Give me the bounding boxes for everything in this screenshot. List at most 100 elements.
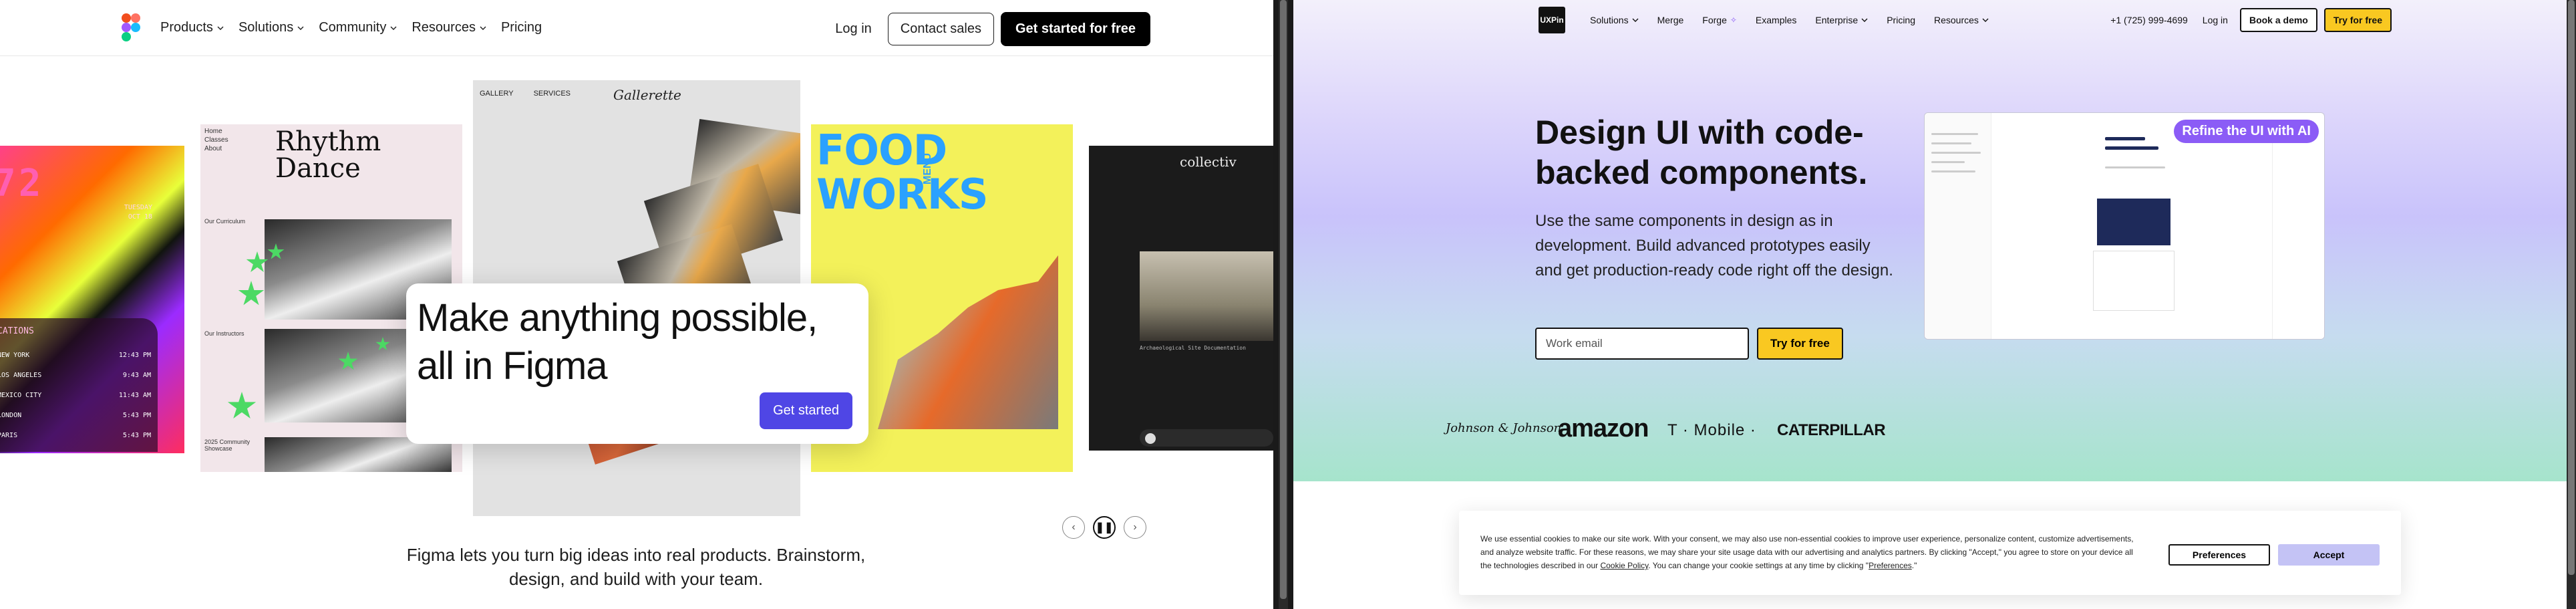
locations-panel: CATIONS NEW YORK 12:43 PM LOS ANGELES 9:43… (0, 318, 158, 452)
pause-icon[interactable]: ❚❚ (1093, 516, 1116, 539)
preview-line (1931, 152, 1981, 154)
hero-subtitle: Use the same components in design as in … (1535, 212, 1893, 279)
food-works-logo: FOOD WORKS (816, 126, 989, 219)
nav-item-examples[interactable]: Examples (1756, 15, 1796, 25)
dance-nav-item: Home (204, 128, 222, 135)
star-icon (227, 392, 257, 419)
clock-day: TUESDAY (124, 204, 152, 211)
dance-nav: Home Classes About (204, 127, 228, 153)
sparkle-icon: ✧ (1730, 15, 1737, 25)
collectiv-input-bar (1140, 429, 1273, 447)
nav-item-forge[interactable]: Forge ✧ (1702, 15, 1737, 25)
preview-card (2093, 251, 2175, 311)
login-link[interactable]: Log in (2203, 15, 2228, 25)
logo-johnson-johnson: Johnson & Johnson (1446, 421, 1562, 435)
product-preview: Refine the UI with AI (1924, 112, 2325, 340)
chevron-down-icon (480, 26, 486, 30)
uxpin-nav-items: Solutions Merge Forge ✧ Examples Enterpri… (1590, 15, 1989, 25)
gallery-nav-item: GALLERY (480, 90, 514, 98)
figma-logo-icon[interactable] (122, 13, 140, 41)
location-city: LOS ANGELES (0, 372, 42, 379)
clock-date: TUESDAY OCT 18 (124, 203, 152, 222)
cookie-preferences-button[interactable]: Preferences (2168, 544, 2270, 566)
location-row: MEXICO CITY 11:43 AM (0, 392, 151, 399)
try-free-hero-button[interactable]: Try for free (1757, 328, 1843, 360)
chevron-down-icon (1982, 18, 1989, 22)
nav-item-label: Forge (1702, 15, 1727, 25)
clock-time: 72 (0, 162, 44, 205)
uxpin-nav-actions: +1 (725) 999-4699 Log in Book a demo Try… (2110, 8, 2392, 32)
nav-item-resources[interactable]: Resources (1934, 15, 1989, 25)
location-row: LONDON 5:43 PM (0, 412, 151, 419)
refine-ai-pill: Refine the UI with AI (2174, 120, 2319, 143)
logo-amazon: amazon (1558, 414, 1649, 443)
chevron-down-icon (217, 26, 224, 30)
nav-item-pricing[interactable]: Pricing (501, 20, 542, 35)
location-city: NEW YORK (0, 352, 30, 359)
dance-nav-item: About (204, 145, 222, 152)
nav-item-resources[interactable]: Resources (412, 20, 486, 35)
nav-item-label: Products (160, 20, 213, 35)
contact-sales-button[interactable]: Contact sales (887, 13, 994, 45)
try-free-nav-button[interactable]: Try for free (2323, 8, 2392, 32)
collectiv-site-card: collectiv Archaeological Site Documentat… (1089, 146, 1273, 451)
location-row: NEW YORK 12:43 PM (0, 352, 151, 359)
clock-app-card: 72 TUESDAY OCT 18 CATIONS NEW YORK 12:43 … (0, 146, 184, 453)
location-city: MEXICO CITY (0, 392, 42, 399)
cookie-text-part: . You can change your cookie settings at… (1648, 561, 1869, 570)
location-time: 9:43 AM (122, 372, 151, 379)
nav-item-label: Pricing (500, 20, 542, 35)
gallery-brand: Gallerette (613, 87, 681, 103)
location-time: 5:43 PM (122, 412, 151, 419)
chevron-down-icon (1632, 18, 1639, 22)
chevron-down-icon (297, 26, 304, 30)
hero-headline: Design UI with code-backed components. (1535, 114, 1868, 191)
nav-item-label: Resources (412, 20, 476, 35)
logo-t-mobile: T · Mobile · (1667, 421, 1756, 439)
get-started-free-button[interactable]: Get started for free (1000, 12, 1150, 46)
food-works-photo (878, 255, 1058, 429)
preview-line (2105, 137, 2145, 140)
nav-item-solutions[interactable]: Solutions (238, 20, 304, 35)
hero-tagline: Figma lets you turn big ideas into real … (406, 545, 866, 589)
nav-item-enterprise[interactable]: Enterprise (1815, 15, 1868, 25)
preview-line (1931, 133, 1978, 135)
cookie-accept-button[interactable]: Accept (2278, 544, 2380, 566)
uxpin-navbar: UXPin Solutions Merge Forge ✧ Examples En… (1293, 0, 2576, 41)
dance-showcase-label: 2025 Community Showcase (204, 439, 251, 452)
nav-item-label: Solutions (238, 20, 294, 35)
nav-item-pricing[interactable]: Pricing (1887, 15, 1915, 25)
get-started-button[interactable]: Get started (760, 392, 852, 429)
screenshot-root: 72 TUESDAY OCT 18 CATIONS NEW YORK 12:43 … (0, 0, 2576, 609)
gallery-nav: GALLERY SERVICES (480, 90, 571, 98)
scrollbar-thumb[interactable] (1280, 0, 1287, 599)
clock-date-value: OCT 18 (128, 213, 152, 221)
uxpin-logo[interactable]: UXPin (1539, 7, 1565, 33)
preferences-link[interactable]: Preferences (1869, 561, 1912, 570)
nav-item-products[interactable]: Products (160, 20, 224, 35)
nav-item-merge[interactable]: Merge (1657, 15, 1684, 25)
preview-line (2105, 166, 2165, 168)
preview-sidebar (1925, 113, 1991, 339)
nav-item-label: Examples (1755, 15, 1797, 25)
customer-logos: Johnson & Johnson amazon T · Mobile · CA… (1293, 409, 2576, 456)
dance-curriculum-label: Our Curriculum (204, 218, 246, 225)
star-icon (238, 281, 265, 306)
cookie-policy-link[interactable]: Cookie Policy (1600, 561, 1648, 570)
nav-item-community[interactable]: Community (319, 20, 397, 35)
arrow-left-icon[interactable]: ‹ (1062, 516, 1085, 539)
nav-item-label: Community (319, 20, 387, 35)
chevron-down-icon (1861, 18, 1868, 22)
nav-item-solutions[interactable]: Solutions (1590, 15, 1639, 25)
scrollbar-thumb[interactable] (2568, 0, 2575, 575)
location-row: PARIS 5:43 PM (0, 432, 151, 439)
book-demo-button[interactable]: Book a demo (2239, 8, 2317, 32)
phone-link[interactable]: +1 (725) 999-4699 (2110, 15, 2188, 25)
work-email-input[interactable] (1535, 328, 1749, 360)
arrow-right-icon[interactable]: › (1124, 516, 1146, 539)
nav-item-label: Pricing (1887, 15, 1915, 25)
dance-title: Rhythm Dance (275, 126, 381, 184)
login-button[interactable]: Log in (826, 15, 881, 43)
scrollbar-track[interactable] (2567, 0, 2576, 609)
location-row: LOS ANGELES 9:43 AM (0, 372, 151, 379)
